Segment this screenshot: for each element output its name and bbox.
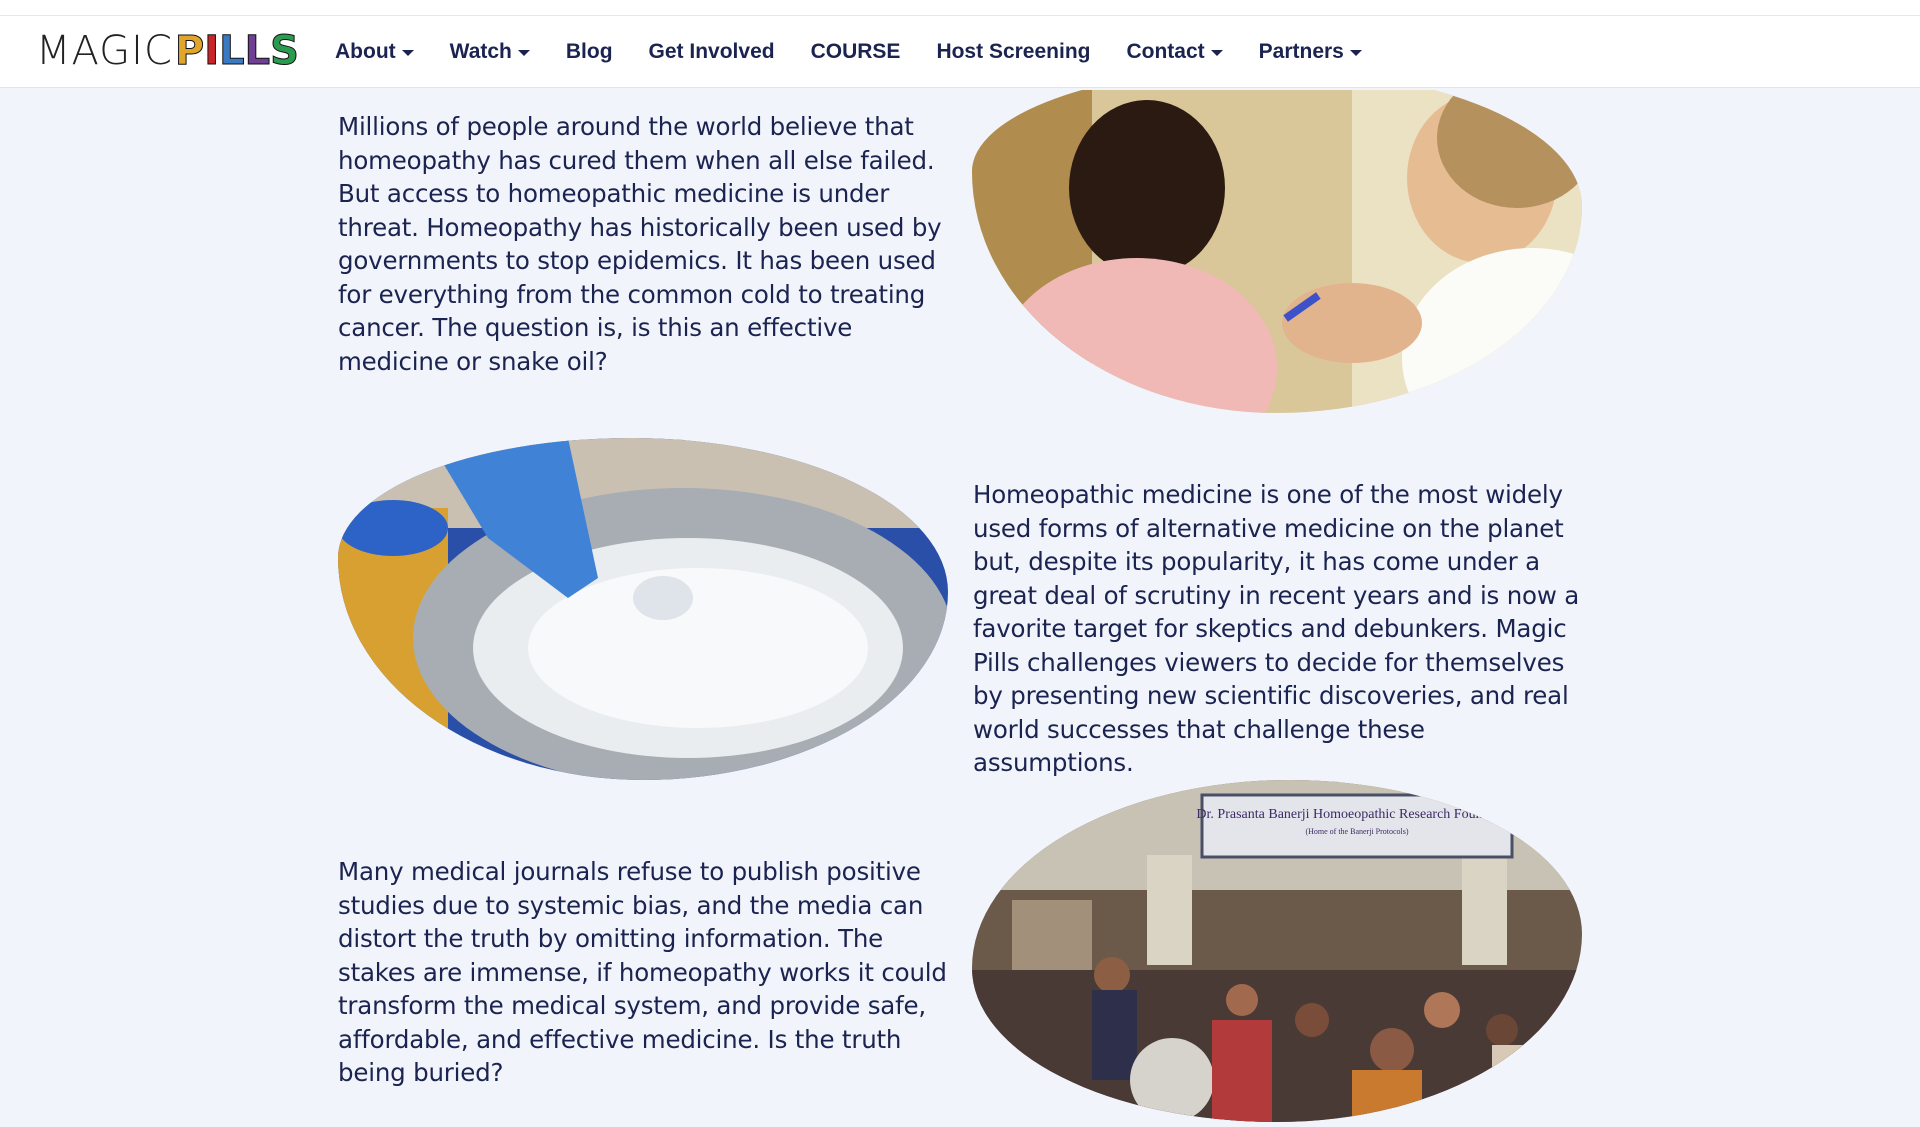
nav-item-partners[interactable]: Partners — [1259, 40, 1362, 64]
media-bias-paragraph: Many medical journals refuse to publish … — [338, 857, 947, 1087]
caret-down-icon — [1349, 50, 1362, 56]
caret-down-icon — [517, 50, 530, 56]
about-paragraph: Homeopathic medicine is one of the most … — [973, 480, 1580, 777]
top-navbar: MAGIC PILLS About Watch Blog Get Involved CO… — [0, 16, 1920, 88]
photo-crowd-at-foundation: Dr. Prasanta Banerji Homoeopathic Resear… — [972, 780, 1582, 1122]
sign-title: Dr. Prasanta Banerji Homoeopathic Resear… — [1196, 807, 1517, 822]
logo-letter: I — [204, 28, 220, 75]
logo-letter: P — [174, 28, 205, 75]
photo-child-with-practitioner — [972, 90, 1582, 413]
nav-item-label: Watch — [449, 40, 512, 63]
logo-text-magic: MAGIC — [36, 28, 173, 74]
nav-item-label: Blog — [565, 40, 613, 63]
logo-letter: L — [219, 28, 245, 75]
logo-text-pills: PILLS — [174, 28, 300, 75]
browser-top-strip — [0, 0, 1920, 16]
nav-item-label: Host Screening — [936, 40, 1091, 63]
nav-item-label: Get Involved — [648, 40, 775, 63]
caret-down-icon — [401, 50, 414, 56]
nav-item-blog[interactable]: Blog — [566, 40, 613, 64]
nav-item-contact[interactable]: Contact — [1126, 40, 1223, 64]
photo-pills-in-bowl — [338, 438, 948, 780]
logo-letter: S — [270, 28, 300, 75]
site-logo[interactable]: MAGIC PILLS — [36, 26, 299, 76]
nav-item-label: COURSE — [810, 40, 901, 63]
caret-down-icon — [1210, 50, 1223, 56]
nav-item-about[interactable]: About — [335, 40, 414, 64]
nav-item-watch[interactable]: Watch — [450, 40, 530, 64]
nav-item-label: Partners — [1258, 40, 1344, 63]
main-nav: About Watch Blog Get Involved COURSE Host Scr… — [335, 16, 1398, 88]
nav-item-label: About — [335, 40, 396, 63]
nav-item-label: Contact — [1126, 40, 1205, 63]
nav-item-get-involved[interactable]: Get Involved — [649, 40, 775, 64]
logo-letter: L — [244, 28, 271, 75]
nav-item-course[interactable]: COURSE — [811, 40, 901, 64]
intro-paragraph: Millions of people around the world beli… — [338, 112, 942, 376]
nav-item-host-screening[interactable]: Host Screening — [936, 40, 1090, 64]
sign-subtitle: (Home of the Banerji Protocols) — [1305, 827, 1408, 836]
